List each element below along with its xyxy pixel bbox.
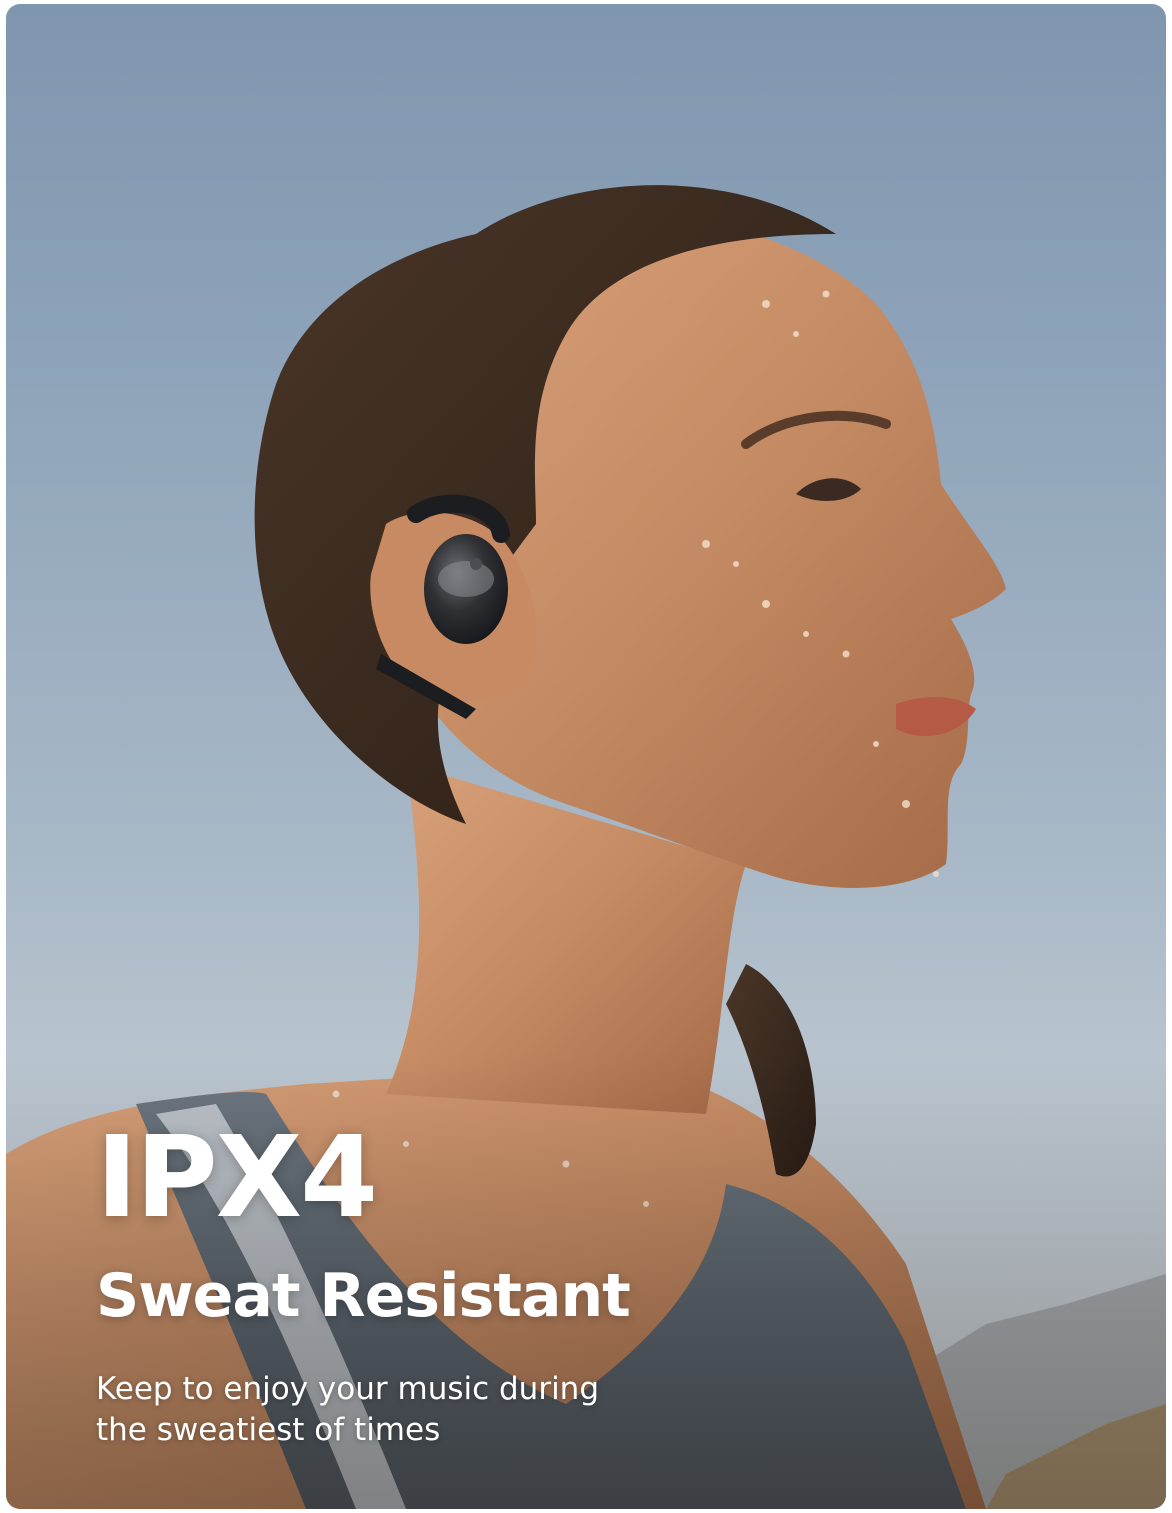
headline-ipx4: IPX4 bbox=[96, 1113, 378, 1243]
description-text: Keep to enjoy your music during the swea… bbox=[96, 1369, 696, 1451]
subheadline-sweat-resistant: Sweat Resistant bbox=[96, 1261, 631, 1331]
description-line-1: Keep to enjoy your music during bbox=[96, 1371, 600, 1407]
product-image-frame: IPX4 Sweat Resistant Keep to enjoy your … bbox=[6, 4, 1166, 1509]
description-line-2: the sweatiest of times bbox=[96, 1412, 441, 1448]
